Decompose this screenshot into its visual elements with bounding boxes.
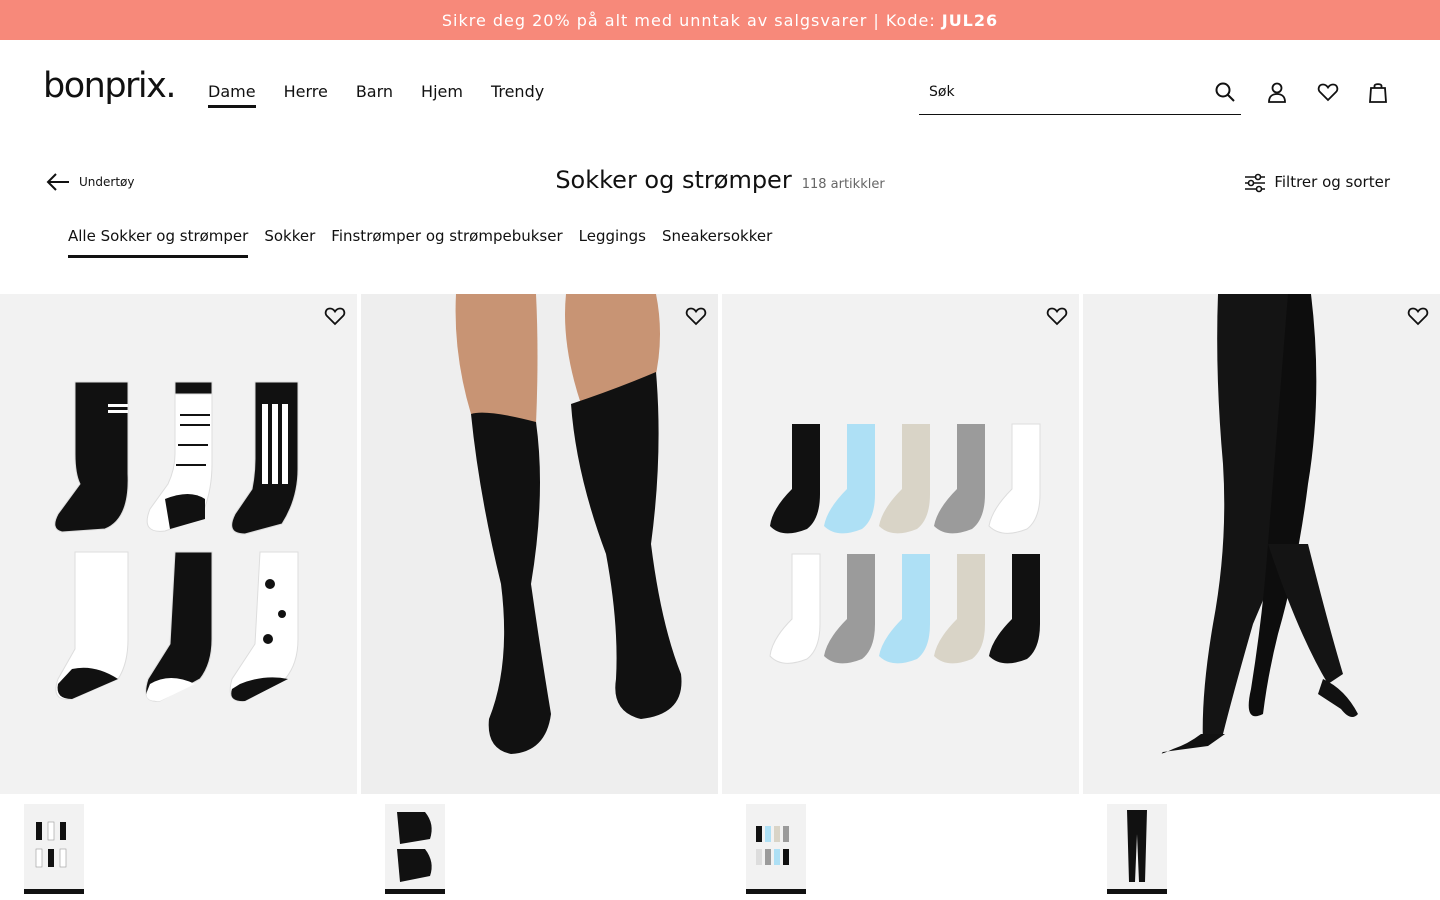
tab-leggings[interactable]: Leggings — [579, 227, 646, 258]
main-nav: Dame Herre Barn Hjem Trendy — [208, 82, 544, 108]
search-bar — [919, 70, 1241, 115]
variant-thumbnail[interactable] — [24, 804, 84, 894]
favorite-heart-icon[interactable] — [323, 304, 347, 328]
product-card[interactable] — [361, 294, 718, 900]
variant-thumbnail[interactable] — [1107, 804, 1167, 894]
bag-icon[interactable] — [1366, 80, 1390, 104]
favorite-heart-icon[interactable] — [684, 304, 708, 328]
sliders-icon — [1245, 173, 1266, 193]
music-socks-image — [54, 381, 299, 702]
color-variants — [361, 794, 718, 900]
logo[interactable]: bonprix. — [43, 66, 176, 106]
nav-herre[interactable]: Herre — [284, 82, 328, 108]
color-variants — [0, 794, 357, 900]
variant-thumbnail[interactable] — [385, 804, 445, 894]
product-card[interactable] — [1083, 294, 1440, 900]
account-icon[interactable] — [1265, 80, 1289, 104]
color-variants — [722, 794, 1079, 900]
search-icon[interactable] — [1213, 80, 1237, 104]
tab-alle[interactable]: Alle Sokker og strømper — [68, 227, 249, 258]
tab-finstromper[interactable]: Finstrømper og strømpebukser — [331, 227, 562, 258]
black-socks-image — [361, 294, 718, 794]
nav-dame[interactable]: Dame — [208, 82, 256, 108]
product-image[interactable] — [722, 294, 1079, 794]
promo-banner[interactable]: Sikre deg 20% på alt med unntak av salgs… — [0, 0, 1440, 40]
product-image[interactable] — [1083, 294, 1440, 794]
tab-sneakersokker[interactable]: Sneakersokker — [662, 227, 772, 258]
search-input[interactable] — [929, 84, 1199, 100]
black-leggings-image — [1083, 294, 1440, 794]
nav-hjem[interactable]: Hjem — [421, 82, 463, 108]
tab-sokker[interactable]: Sokker — [264, 227, 315, 258]
article-count: 118 artikkler — [801, 177, 885, 192]
nav-trendy[interactable]: Trendy — [491, 82, 544, 108]
variant-thumbnail[interactable] — [746, 804, 806, 894]
product-image[interactable] — [361, 294, 718, 794]
filter-sort-button[interactable]: Filtrer og sorter — [1244, 171, 1390, 193]
promo-text: Sikre deg 20% på alt med unntak av salgs… — [441, 10, 936, 30]
promo-code: JUL26 — [941, 10, 999, 30]
favorite-heart-icon[interactable] — [1045, 304, 1069, 328]
color-variants — [1083, 794, 1440, 900]
category-tabs: Alle Sokker og strømper Sokker Finstrømp… — [68, 227, 772, 258]
ten-pack-socks-image — [769, 423, 1041, 664]
favorite-heart-icon[interactable] — [1406, 304, 1430, 328]
filter-sort-label: Filtrer og sorter — [1274, 173, 1390, 191]
product-grid — [0, 294, 1440, 900]
title-row: Sokker og strømper 118 artikkler — [0, 166, 1440, 194]
product-card[interactable] — [0, 294, 357, 900]
nav-barn[interactable]: Barn — [356, 82, 393, 108]
product-image[interactable] — [0, 294, 357, 794]
heart-icon[interactable] — [1316, 80, 1340, 104]
page-title: Sokker og strømper — [555, 166, 792, 194]
product-card[interactable] — [722, 294, 1079, 900]
